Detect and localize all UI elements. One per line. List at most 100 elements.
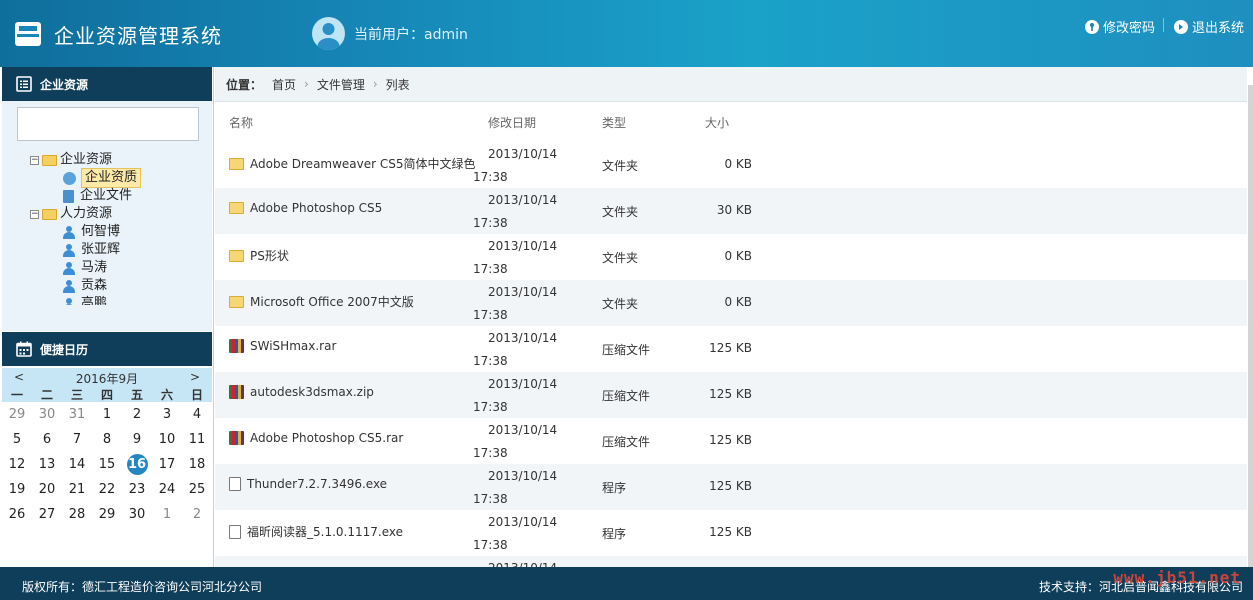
- calendar-day[interactable]: 21: [62, 482, 92, 497]
- tree-node[interactable]: − 企业资源: [30, 151, 212, 169]
- calendar-day[interactable]: 17: [152, 457, 182, 472]
- calendar-day[interactable]: 28: [62, 507, 92, 522]
- file-name[interactable]: Adobe Photoshop CS5: [250, 201, 382, 215]
- file-name-cell: Adobe Photoshop CS5.rar: [229, 431, 403, 445]
- calendar-day[interactable]: 26: [2, 507, 32, 522]
- file-row[interactable]: Adobe Photoshop CS5 2013/10/14 17:38 文件夹 30 …: [215, 188, 1247, 234]
- calendar-day[interactable]: 7: [62, 432, 92, 447]
- calendar-day[interactable]: 15: [92, 457, 122, 472]
- breadcrumb-item-file-management[interactable]: 文件管理: [317, 76, 365, 93]
- file-name[interactable]: autodesk3dsmax.zip: [250, 385, 374, 399]
- calendar-day-number: 20: [38, 482, 56, 497]
- calendar-day-number: 10: [158, 432, 176, 447]
- calendar-day[interactable]: 23: [122, 482, 152, 497]
- calendar-day[interactable]: 30: [122, 507, 152, 522]
- calendar-day-number: 3: [162, 407, 172, 422]
- calendar-day[interactable]: 11: [182, 432, 212, 447]
- calendar-day[interactable]: 12: [2, 457, 32, 472]
- calendar-day[interactable]: 24: [152, 482, 182, 497]
- file-row[interactable]: Thunder7.2.7.3496.exe 2013/10/14 17:38 程序 12…: [215, 464, 1247, 510]
- breadcrumb-item-home[interactable]: 首页: [272, 76, 296, 93]
- calendar-day[interactable]: 27: [32, 507, 62, 522]
- tree-collapse-icon[interactable]: −: [30, 155, 39, 165]
- calendar-weekday-row: 一二三四五六日: [2, 386, 212, 402]
- calendar-day[interactable]: 1: [152, 507, 182, 522]
- file-name[interactable]: 福昕阅读器_5.1.0.1117.exe: [247, 523, 403, 540]
- tree-node[interactable]: − 人力资源: [30, 205, 212, 223]
- calendar-day-number: 31: [68, 407, 86, 422]
- column-header-size[interactable]: 大小: [705, 114, 729, 131]
- calendar-day[interactable]: 9: [122, 432, 152, 447]
- file-name[interactable]: PS形状: [250, 247, 289, 264]
- calendar-day[interactable]: 10: [152, 432, 182, 447]
- column-header-type[interactable]: 类型: [602, 114, 626, 131]
- calendar-panel-title: 便捷日历: [40, 342, 89, 357]
- change-password-link[interactable]: 修改密码: [1085, 17, 1155, 36]
- calendar-day[interactable]: 14: [62, 457, 92, 472]
- user-avatar-icon: [312, 17, 345, 50]
- calendar-day[interactable]: 29: [2, 407, 32, 422]
- calendar-day[interactable]: 2: [182, 507, 212, 522]
- file-row[interactable]: Adobe Dreamweaver CS5简体中文绿色 2013/10/14 17:…: [215, 142, 1247, 188]
- folder-icon: [42, 154, 57, 166]
- file-name[interactable]: Adobe Photoshop CS5.rar: [250, 431, 403, 445]
- tree-node[interactable]: 张亚辉: [30, 241, 212, 259]
- resources-panel: 企业资源 − 企业资源 企业资质 企业文件 − 人力资源 何智博 张亚辉 马涛 贡森 高鹏: [2, 67, 212, 331]
- tree-node[interactable]: 马涛: [30, 259, 212, 277]
- tree-collapse-icon[interactable]: −: [30, 209, 39, 219]
- logout-icon: [1174, 19, 1188, 34]
- calendar-day[interactable]: 31: [62, 407, 92, 422]
- calendar-day[interactable]: 3: [152, 407, 182, 422]
- file-row[interactable]: autodesk3dsmax.zip 2013/10/14 17:38 压缩文件 125…: [215, 372, 1247, 418]
- file-name[interactable]: Thunder7.2.7.3496.exe: [247, 477, 387, 491]
- tree-node[interactable]: 贡森: [30, 277, 212, 295]
- tree-node[interactable]: 高鹏: [30, 295, 212, 305]
- file-time: 17:38: [473, 170, 508, 184]
- column-header-name[interactable]: 名称: [229, 114, 253, 131]
- calendar-day[interactable]: 19: [2, 482, 32, 497]
- file-date: 2013/10/14: [488, 285, 558, 299]
- calendar-day[interactable]: 20: [32, 482, 62, 497]
- file-row[interactable]: Microsoft Office 2007中文版 2013/10/14 17:38 文…: [215, 280, 1247, 326]
- calendar-day[interactable]: 29: [92, 507, 122, 522]
- app-header: 企业资源管理系统 当前用户：admin 修改密码 退出系统: [0, 0, 1253, 67]
- tree-node[interactable]: 企业文件: [30, 187, 212, 205]
- folder-icon: [229, 157, 244, 170]
- calendar-day[interactable]: 18: [182, 457, 212, 472]
- file-name[interactable]: Adobe Dreamweaver CS5简体中文绿色: [250, 155, 476, 172]
- calendar-day-number: 16: [126, 454, 148, 475]
- tree-node[interactable]: 企业资质: [30, 168, 212, 188]
- calendar-day-today[interactable]: 16: [122, 454, 152, 475]
- calendar-icon: [16, 341, 32, 357]
- calendar-day[interactable]: 1: [92, 407, 122, 422]
- tree-search-input[interactable]: [17, 107, 199, 141]
- logout-link[interactable]: 退出系统: [1174, 17, 1244, 36]
- calendar-day[interactable]: 25: [182, 482, 212, 497]
- file-row[interactable]: PS形状 2013/10/14 17:38 文件夹 0 KB: [215, 234, 1247, 280]
- file-name[interactable]: SWiSHmax.rar: [250, 339, 336, 353]
- calendar-day[interactable]: 5: [2, 432, 32, 447]
- calendar-day[interactable]: 6: [32, 432, 62, 447]
- calendar-day[interactable]: 30: [32, 407, 62, 422]
- calendar-day[interactable]: 4: [182, 407, 212, 422]
- calendar-day[interactable]: 13: [32, 457, 62, 472]
- calendar-day[interactable]: 2: [122, 407, 152, 422]
- file-type: 压缩文件: [602, 389, 651, 403]
- file-date: 2013/10/14: [488, 469, 558, 483]
- vertical-scrollbar[interactable]: [1248, 85, 1253, 567]
- file-size: 0 KB: [724, 249, 752, 263]
- file-row[interactable]: 福昕阅读器_5.1.0.1117.exe 2013/10/14 17:38 程序 125…: [215, 510, 1247, 556]
- calendar-day[interactable]: 22: [92, 482, 122, 497]
- tree-node[interactable]: 何智博: [30, 223, 212, 241]
- file-name[interactable]: Microsoft Office 2007中文版: [250, 293, 414, 310]
- column-header-date[interactable]: 修改日期: [488, 114, 536, 131]
- calendar-next-button[interactable]: >: [190, 370, 200, 384]
- file-row[interactable]: SWiSHmax.rar 2013/10/14 17:38 压缩文件 125 KB: [215, 326, 1247, 372]
- calendar-weekday: 一: [10, 388, 23, 402]
- calendar-day-number: 26: [8, 507, 26, 522]
- file-row[interactable]: Adobe Photoshop CS5.rar 2013/10/14 17:38 压缩…: [215, 418, 1247, 464]
- calendar-day-number: 19: [8, 482, 26, 497]
- calendar-day-number: 28: [68, 507, 86, 522]
- calendar-day[interactable]: 8: [92, 432, 122, 447]
- calendar-grid: 29 30 31 1 2 3 4 5 6 7 8 9 10 11 12 13 14 15 16 17 18 19 20 21 2…: [2, 402, 212, 527]
